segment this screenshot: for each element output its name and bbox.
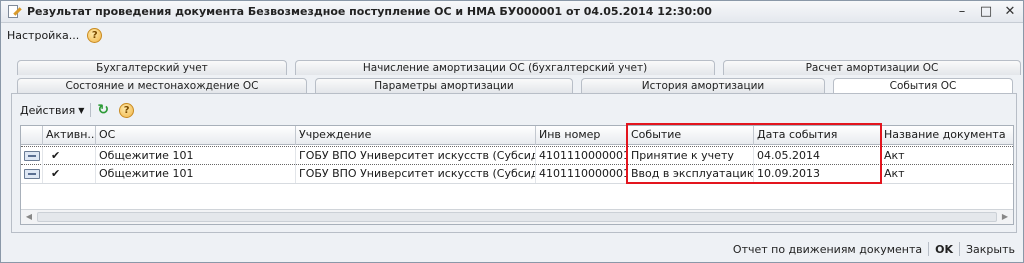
events-panel: Действия ▼ ↻ ? Активн... ОС Учреждение И… bbox=[11, 93, 1017, 233]
bottom-separator bbox=[959, 242, 960, 256]
tabs-row-top: Бухгалтерский учет Начисление амортизаци… bbox=[17, 60, 1021, 75]
events-table: Активн... ОС Учреждение Инв номер Событи… bbox=[20, 125, 1014, 225]
table-row[interactable]: ✔ Общежитие 101 ГОБУ ВПО Университет иск… bbox=[21, 146, 1013, 165]
scroll-right-icon[interactable]: ▶ bbox=[998, 211, 1012, 223]
report-button[interactable]: Отчет по движениям документа bbox=[733, 243, 922, 256]
doc-name-cell[interactable]: Акт bbox=[881, 165, 1013, 183]
help-icon[interactable]: ? bbox=[87, 27, 103, 43]
grid-toolbar: Действия ▼ ↻ ? bbox=[20, 100, 135, 120]
bottom-separator bbox=[928, 242, 930, 256]
horizontal-scrollbar[interactable]: ◀ ▶ bbox=[21, 209, 1013, 224]
toolbar-separator bbox=[90, 103, 92, 117]
active-check[interactable]: ✔ bbox=[43, 147, 96, 165]
scroll-left-icon[interactable]: ◀ bbox=[22, 211, 36, 223]
tab-depreciation-params[interactable]: Параметры амортизации bbox=[315, 78, 573, 93]
document-row-icon bbox=[24, 169, 40, 179]
event-cell[interactable]: Принятие к учету bbox=[628, 147, 754, 165]
institution-cell[interactable]: ГОБУ ВПО Университет искусств (Субсидия) bbox=[296, 165, 536, 183]
bottom-bar: Отчет по движениям документа OK Закрыть bbox=[1, 237, 1023, 261]
close-button[interactable]: ✕ bbox=[1003, 4, 1017, 19]
title-bar: Результат проведения документа Безвозмез… bbox=[1, 1, 1023, 23]
active-check[interactable]: ✔ bbox=[43, 165, 96, 183]
column-header-institution[interactable]: Учреждение bbox=[296, 126, 536, 145]
document-row-icon bbox=[24, 151, 40, 161]
event-date-cell[interactable]: 10.09.2013 bbox=[754, 165, 881, 183]
table-row[interactable]: ✔ Общежитие 101 ГОБУ ВПО Университет иск… bbox=[21, 165, 1013, 184]
tab-depreciation-accrual[interactable]: Начисление амортизации ОС (бухгалтерский… bbox=[295, 60, 715, 75]
close-form-button[interactable]: Закрыть bbox=[966, 243, 1015, 256]
refresh-icon[interactable]: ↻ bbox=[97, 102, 109, 118]
institution-cell[interactable]: ГОБУ ВПО Университет искусств (Субсидия) bbox=[296, 147, 536, 165]
tab-state-location[interactable]: Состояние и местонахождение ОС bbox=[17, 78, 307, 93]
event-cell[interactable]: Ввод в эксплуатацию bbox=[628, 165, 754, 183]
actions-dropdown[interactable]: Действия ▼ bbox=[20, 104, 84, 117]
chevron-down-icon: ▼ bbox=[78, 105, 85, 115]
row-icon-cell bbox=[21, 165, 43, 183]
actions-label: Действия bbox=[20, 103, 76, 117]
column-header-inv-number[interactable]: Инв номер bbox=[536, 126, 628, 145]
help-icon[interactable]: ? bbox=[119, 102, 135, 118]
document-edit-icon bbox=[7, 4, 22, 19]
column-header-doc-name[interactable]: Название документа bbox=[881, 126, 1013, 145]
header-icon-col bbox=[21, 126, 43, 145]
table-header: Активн... ОС Учреждение Инв номер Событи… bbox=[21, 126, 1013, 145]
scrollbar-thumb[interactable] bbox=[37, 212, 997, 222]
inv-number-cell[interactable]: 4101110000001 bbox=[536, 165, 628, 183]
menu-bar: Настройка... ? bbox=[1, 24, 1023, 46]
column-header-active[interactable]: Активн... bbox=[43, 126, 96, 145]
tab-accounting[interactable]: Бухгалтерский учет bbox=[17, 60, 287, 75]
column-header-event[interactable]: Событие bbox=[628, 126, 754, 145]
maximize-button[interactable]: □ bbox=[979, 4, 993, 19]
settings-menu[interactable]: Настройка... bbox=[7, 29, 79, 42]
tab-depreciation-history[interactable]: История амортизации bbox=[581, 78, 825, 93]
column-header-os[interactable]: ОС bbox=[96, 126, 296, 145]
row-icon-cell bbox=[21, 147, 43, 165]
os-cell[interactable]: Общежитие 101 bbox=[96, 165, 296, 183]
window-controls: – □ ✕ bbox=[955, 4, 1017, 19]
column-header-event-date[interactable]: Дата события bbox=[754, 126, 881, 145]
inv-number-cell[interactable]: 4101110000001 bbox=[536, 147, 628, 165]
tabs-row-bottom: Состояние и местонахождение ОС Параметры… bbox=[17, 78, 1013, 93]
event-date-cell[interactable]: 04.05.2014 bbox=[754, 147, 881, 165]
window-title: Результат проведения документа Безвозмез… bbox=[27, 5, 712, 18]
document-result-window: Результат проведения документа Безвозмез… bbox=[0, 0, 1024, 263]
ok-button[interactable]: OK bbox=[935, 243, 953, 256]
doc-name-cell[interactable]: Акт bbox=[881, 147, 1013, 165]
os-cell[interactable]: Общежитие 101 bbox=[96, 147, 296, 165]
tab-depreciation-calc[interactable]: Расчет амортизации ОС bbox=[723, 60, 1021, 75]
tab-os-events[interactable]: События ОС bbox=[833, 78, 1013, 93]
minimize-button[interactable]: – bbox=[955, 4, 969, 19]
